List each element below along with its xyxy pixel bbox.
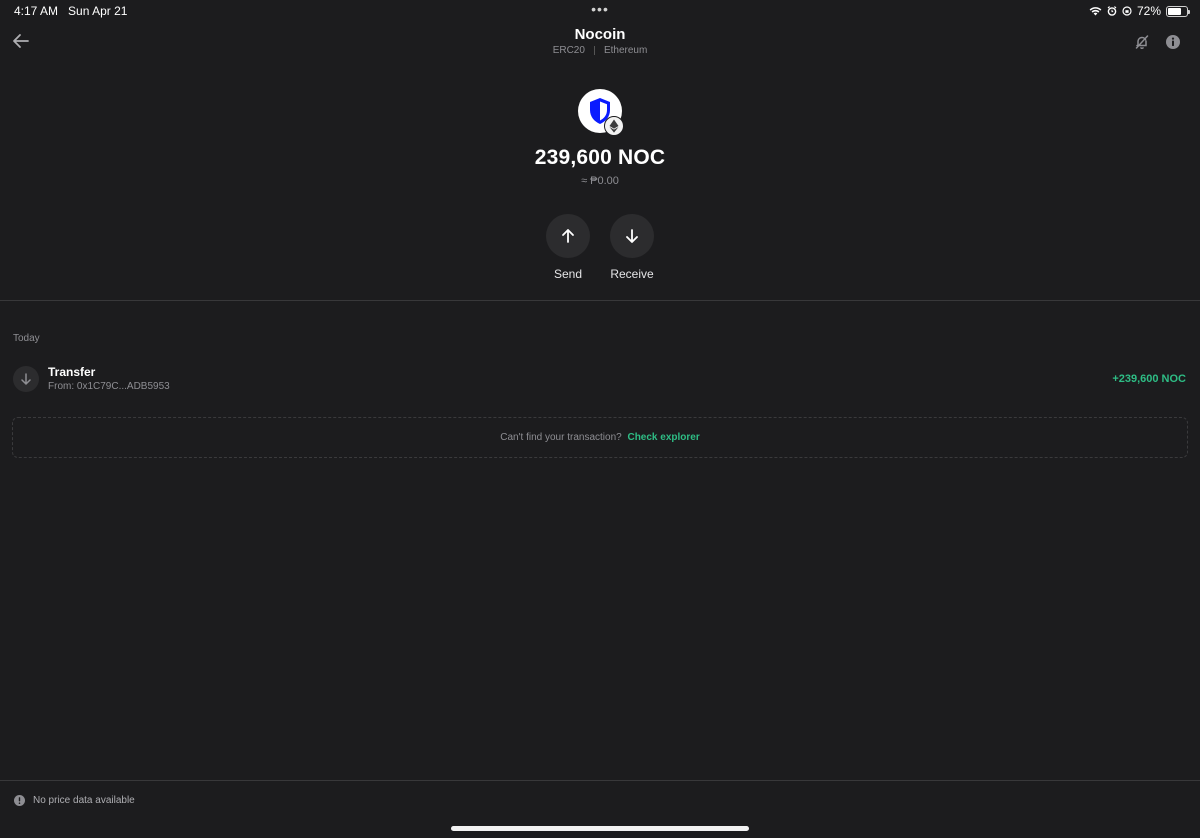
transaction-from-address: From: 0x1C79C...ADB5953 xyxy=(48,381,170,392)
check-explorer-link[interactable]: Check explorer xyxy=(627,432,699,443)
price-data-note-text: No price data available xyxy=(33,795,135,806)
wifi-icon xyxy=(1089,7,1102,16)
token-name-title: Nocoin xyxy=(574,26,626,43)
status-bar: 4:17 AM Sun Apr 21 ••• 72% xyxy=(0,0,1200,22)
navigation-header: Nocoin ERC20 Ethereum xyxy=(0,22,1200,66)
token-network-subtitle: ERC20 Ethereum xyxy=(0,45,1200,56)
send-button-circle[interactable] xyxy=(546,214,590,258)
receive-button-circle[interactable] xyxy=(610,214,654,258)
transaction-direction-icon xyxy=(13,366,39,392)
section-divider xyxy=(0,300,1200,301)
alarm-icon xyxy=(1107,6,1117,16)
transaction-row[interactable]: Transfer From: 0x1C79C...ADB5953 +239,60… xyxy=(0,360,1200,400)
status-indicators: 72% xyxy=(1089,4,1190,18)
fiat-value: ≈ ₱0.00 xyxy=(581,175,619,187)
token-balance: 239,600 NOC xyxy=(534,146,666,169)
arrow-up-icon xyxy=(562,229,574,243)
ethereum-chain-badge xyxy=(604,116,624,136)
token-network: Ethereum xyxy=(603,45,648,56)
subtitle-divider xyxy=(593,45,595,55)
transaction-type: Transfer xyxy=(48,365,96,379)
info-icon[interactable] xyxy=(1165,34,1181,50)
status-time-date: 4:17 AM Sun Apr 21 xyxy=(14,4,127,18)
orientation-lock-icon xyxy=(1122,6,1132,16)
alert-circle-icon xyxy=(14,795,25,806)
ethereum-icon xyxy=(609,119,619,133)
price-data-note: No price data available xyxy=(14,795,135,806)
arrow-down-icon xyxy=(626,229,638,243)
explorer-prompt-text: Can't find your transaction? xyxy=(500,432,622,443)
receive-button[interactable]: Receive xyxy=(610,214,654,281)
status-time: 4:17 AM xyxy=(14,4,59,18)
home-indicator[interactable] xyxy=(451,826,749,831)
battery-percentage: 72% xyxy=(1136,4,1161,18)
receive-label[interactable]: Receive xyxy=(590,267,674,281)
multitasking-dots-icon[interactable]: ••• xyxy=(591,1,609,17)
explorer-prompt-box: Can't find your transaction? Check explo… xyxy=(12,417,1188,458)
footer-divider xyxy=(0,780,1200,781)
bell-off-icon[interactable] xyxy=(1134,34,1150,50)
send-button[interactable]: Send xyxy=(546,214,590,281)
battery-level xyxy=(1168,7,1181,15)
status-date: Sun Apr 21 xyxy=(68,4,128,18)
history-date-label: Today xyxy=(13,333,40,344)
arrow-down-icon xyxy=(21,373,31,385)
transaction-amount: +239,600 NOC xyxy=(1112,373,1186,385)
token-standard: ERC20 xyxy=(552,45,585,56)
battery-icon xyxy=(1166,5,1190,17)
